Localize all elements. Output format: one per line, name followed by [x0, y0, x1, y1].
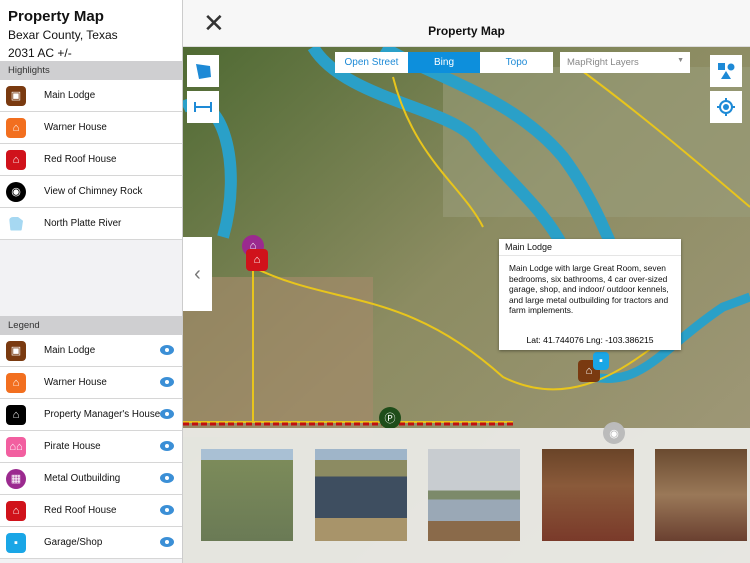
houses-icon: ⌂⌂ — [6, 436, 26, 457]
popup-coordinates: Lat: 41.744076 Lng: -103.386215 — [526, 335, 654, 345]
river-icon — [9, 216, 23, 231]
item-label: View of Chimney Rock — [44, 186, 143, 197]
map-marker-parking[interactable]: Ⓟ — [379, 407, 401, 429]
house-icon: ⌂ — [6, 500, 26, 521]
item-label: Metal Outbuilding — [44, 473, 121, 484]
highlight-item[interactable]: ◉ View of Chimney Rock — [0, 176, 182, 208]
measure-button[interactable] — [187, 91, 219, 123]
legend-item[interactable]: ▪ Garage/Shop — [0, 527, 182, 559]
legend-item[interactable]: ⌂⌂ Pirate House — [0, 431, 182, 463]
tab-topo[interactable]: Topo — [480, 52, 553, 73]
item-label: Main Lodge — [44, 345, 96, 356]
photo-thumbnail[interactable] — [542, 449, 634, 541]
top-bar: ✕ Property Map — [183, 0, 750, 47]
legend-item[interactable]: ⌂ Red Roof House — [0, 495, 182, 527]
item-label: Garage/Shop — [44, 537, 103, 548]
item-label: North Platte River — [44, 218, 122, 229]
photo-thumbnail[interactable] — [201, 449, 293, 541]
house-icon: ⌂ — [6, 372, 26, 393]
legend-item[interactable]: ▦ Metal Outbuilding — [0, 463, 182, 495]
item-label: Red Roof House — [44, 154, 117, 165]
visibility-eye-icon[interactable] — [160, 345, 174, 355]
visibility-eye-icon[interactable] — [160, 505, 174, 515]
map-marker-red-roof-house[interactable]: ⌂ — [246, 249, 268, 271]
crosshair-icon — [717, 98, 735, 116]
camera-icon: ◉ — [6, 181, 26, 202]
visibility-eye-icon[interactable] — [160, 377, 174, 387]
layers-dropdown-value: MapRight Layers — [567, 57, 639, 68]
highlight-item[interactable]: ⌂ Red Roof House — [0, 144, 182, 176]
item-label: Property Manager's House — [44, 409, 161, 420]
house-icon: ⌂ — [6, 404, 26, 425]
photo-thumbnail[interactable] — [655, 449, 747, 541]
lodge-icon: ▣ — [6, 85, 26, 106]
legend-item[interactable]: ▣ Main Lodge — [0, 335, 182, 367]
visibility-eye-icon[interactable] — [160, 537, 174, 547]
draw-polygon-button[interactable] — [187, 55, 219, 87]
polygon-icon — [196, 64, 211, 79]
sidebar-title: Property Map — [0, 0, 182, 25]
legend-item[interactable]: ⌂ Warner House — [0, 367, 182, 399]
item-label: Pirate House — [44, 441, 101, 452]
highlights-header: Highlights — [0, 61, 182, 80]
chevron-left-icon: ‹ — [194, 262, 201, 285]
tab-bing[interactable]: Bing — [408, 52, 480, 73]
shapes-icon — [718, 63, 735, 79]
chevron-down-icon: ▼ — [677, 57, 684, 64]
acreage: 2031 AC +/- — [0, 43, 182, 61]
info-popup: Main Lodge Main Lodge with large Great R… — [499, 239, 681, 350]
highlight-item[interactable]: North Platte River — [0, 208, 182, 240]
popup-description: Main Lodge with large Great Room, seven … — [509, 263, 669, 315]
page-title: Property Map — [428, 24, 505, 38]
photo-strip[interactable]: ◉ — [183, 422, 750, 563]
garage-icon: ▪ — [6, 532, 26, 553]
item-label: Warner House — [44, 122, 107, 133]
tab-open-street[interactable]: Open Street — [335, 52, 408, 73]
shapes-button[interactable] — [710, 55, 742, 87]
item-label: Main Lodge — [44, 90, 96, 101]
ruler-icon — [194, 102, 212, 112]
map-marker-garage[interactable]: ▪ — [593, 352, 609, 370]
house-icon: ⌂ — [6, 117, 26, 138]
layers-dropdown[interactable]: MapRight Layers ▼ — [560, 52, 690, 73]
photo-thumbnail[interactable] — [315, 449, 407, 541]
item-label: Red Roof House — [44, 505, 117, 516]
item-label: Warner House — [44, 377, 107, 388]
visibility-eye-icon[interactable] — [160, 409, 174, 419]
visibility-eye-icon[interactable] — [160, 441, 174, 451]
locate-button[interactable] — [710, 91, 742, 123]
legend-header: Legend — [0, 316, 182, 335]
base-layer-selector[interactable]: Open Street Bing Topo — [335, 52, 553, 73]
highlight-item[interactable]: ▣ Main Lodge — [0, 80, 182, 112]
barn-icon: ▦ — [6, 468, 26, 489]
highlight-item[interactable]: ⌂ Warner House — [0, 112, 182, 144]
visibility-eye-icon[interactable] — [160, 473, 174, 483]
photo-thumbnail[interactable] — [428, 449, 520, 541]
popup-title: Main Lodge — [499, 239, 681, 256]
map-view[interactable]: Open Street Bing Topo MapRight Layers ▼ ‹… — [183, 47, 750, 563]
legend-item[interactable]: ⌂ Property Manager's House — [0, 399, 182, 431]
location: Bexar County, Texas — [0, 25, 182, 43]
lodge-icon: ▣ — [6, 340, 26, 361]
camera-icon: ◉ — [603, 422, 625, 444]
sidebar: Property Map Bexar County, Texas 2031 AC… — [0, 0, 183, 563]
collapse-sidebar-button[interactable]: ‹ — [183, 237, 212, 311]
house-icon: ⌂ — [6, 149, 26, 170]
